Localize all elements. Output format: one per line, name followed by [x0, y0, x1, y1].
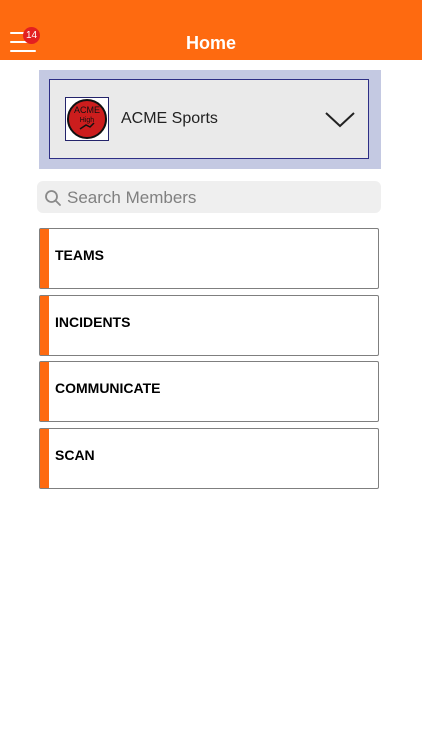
menu-item-label: TEAMS	[55, 247, 104, 263]
menu-item-accent	[40, 428, 49, 488]
main-menu-list: TEAMS INCIDENTS COMMUNICATE SCAN	[39, 228, 379, 494]
chevron-down-icon[interactable]	[324, 108, 356, 130]
page-title: Home	[185, 33, 236, 53]
menu-item-teams[interactable]: TEAMS	[39, 228, 379, 289]
menu-item-accent	[40, 362, 49, 421]
menu-item-accent	[40, 229, 49, 288]
organization-selector[interactable]: ACME High ACME Sports	[49, 79, 369, 159]
menu-item-accent	[40, 295, 49, 355]
menu-item-label: COMMUNICATE	[55, 380, 161, 396]
menu-item-incidents[interactable]: INCIDENTS	[39, 294, 379, 356]
organization-logo: ACME High	[65, 97, 109, 141]
acme-high-logo-icon: ACME High	[67, 99, 107, 139]
menu-item-label: SCAN	[55, 446, 95, 463]
organization-name: ACME Sports	[121, 110, 218, 127]
app-header: 14 Home	[0, 0, 422, 60]
menu-item-communicate[interactable]: COMMUNICATE	[39, 361, 379, 422]
menu-item-scan[interactable]: SCAN	[39, 427, 379, 489]
svg-text:High: High	[80, 117, 95, 124]
search-icon	[45, 190, 61, 206]
organization-panel: ACME High ACME Sports	[39, 70, 381, 169]
menu-item-label: INCIDENTS	[55, 313, 131, 330]
search-placeholder: Search Members	[67, 188, 197, 207]
svg-text:ACME: ACME	[74, 105, 100, 115]
search-members-input[interactable]: Search Members	[37, 181, 381, 213]
